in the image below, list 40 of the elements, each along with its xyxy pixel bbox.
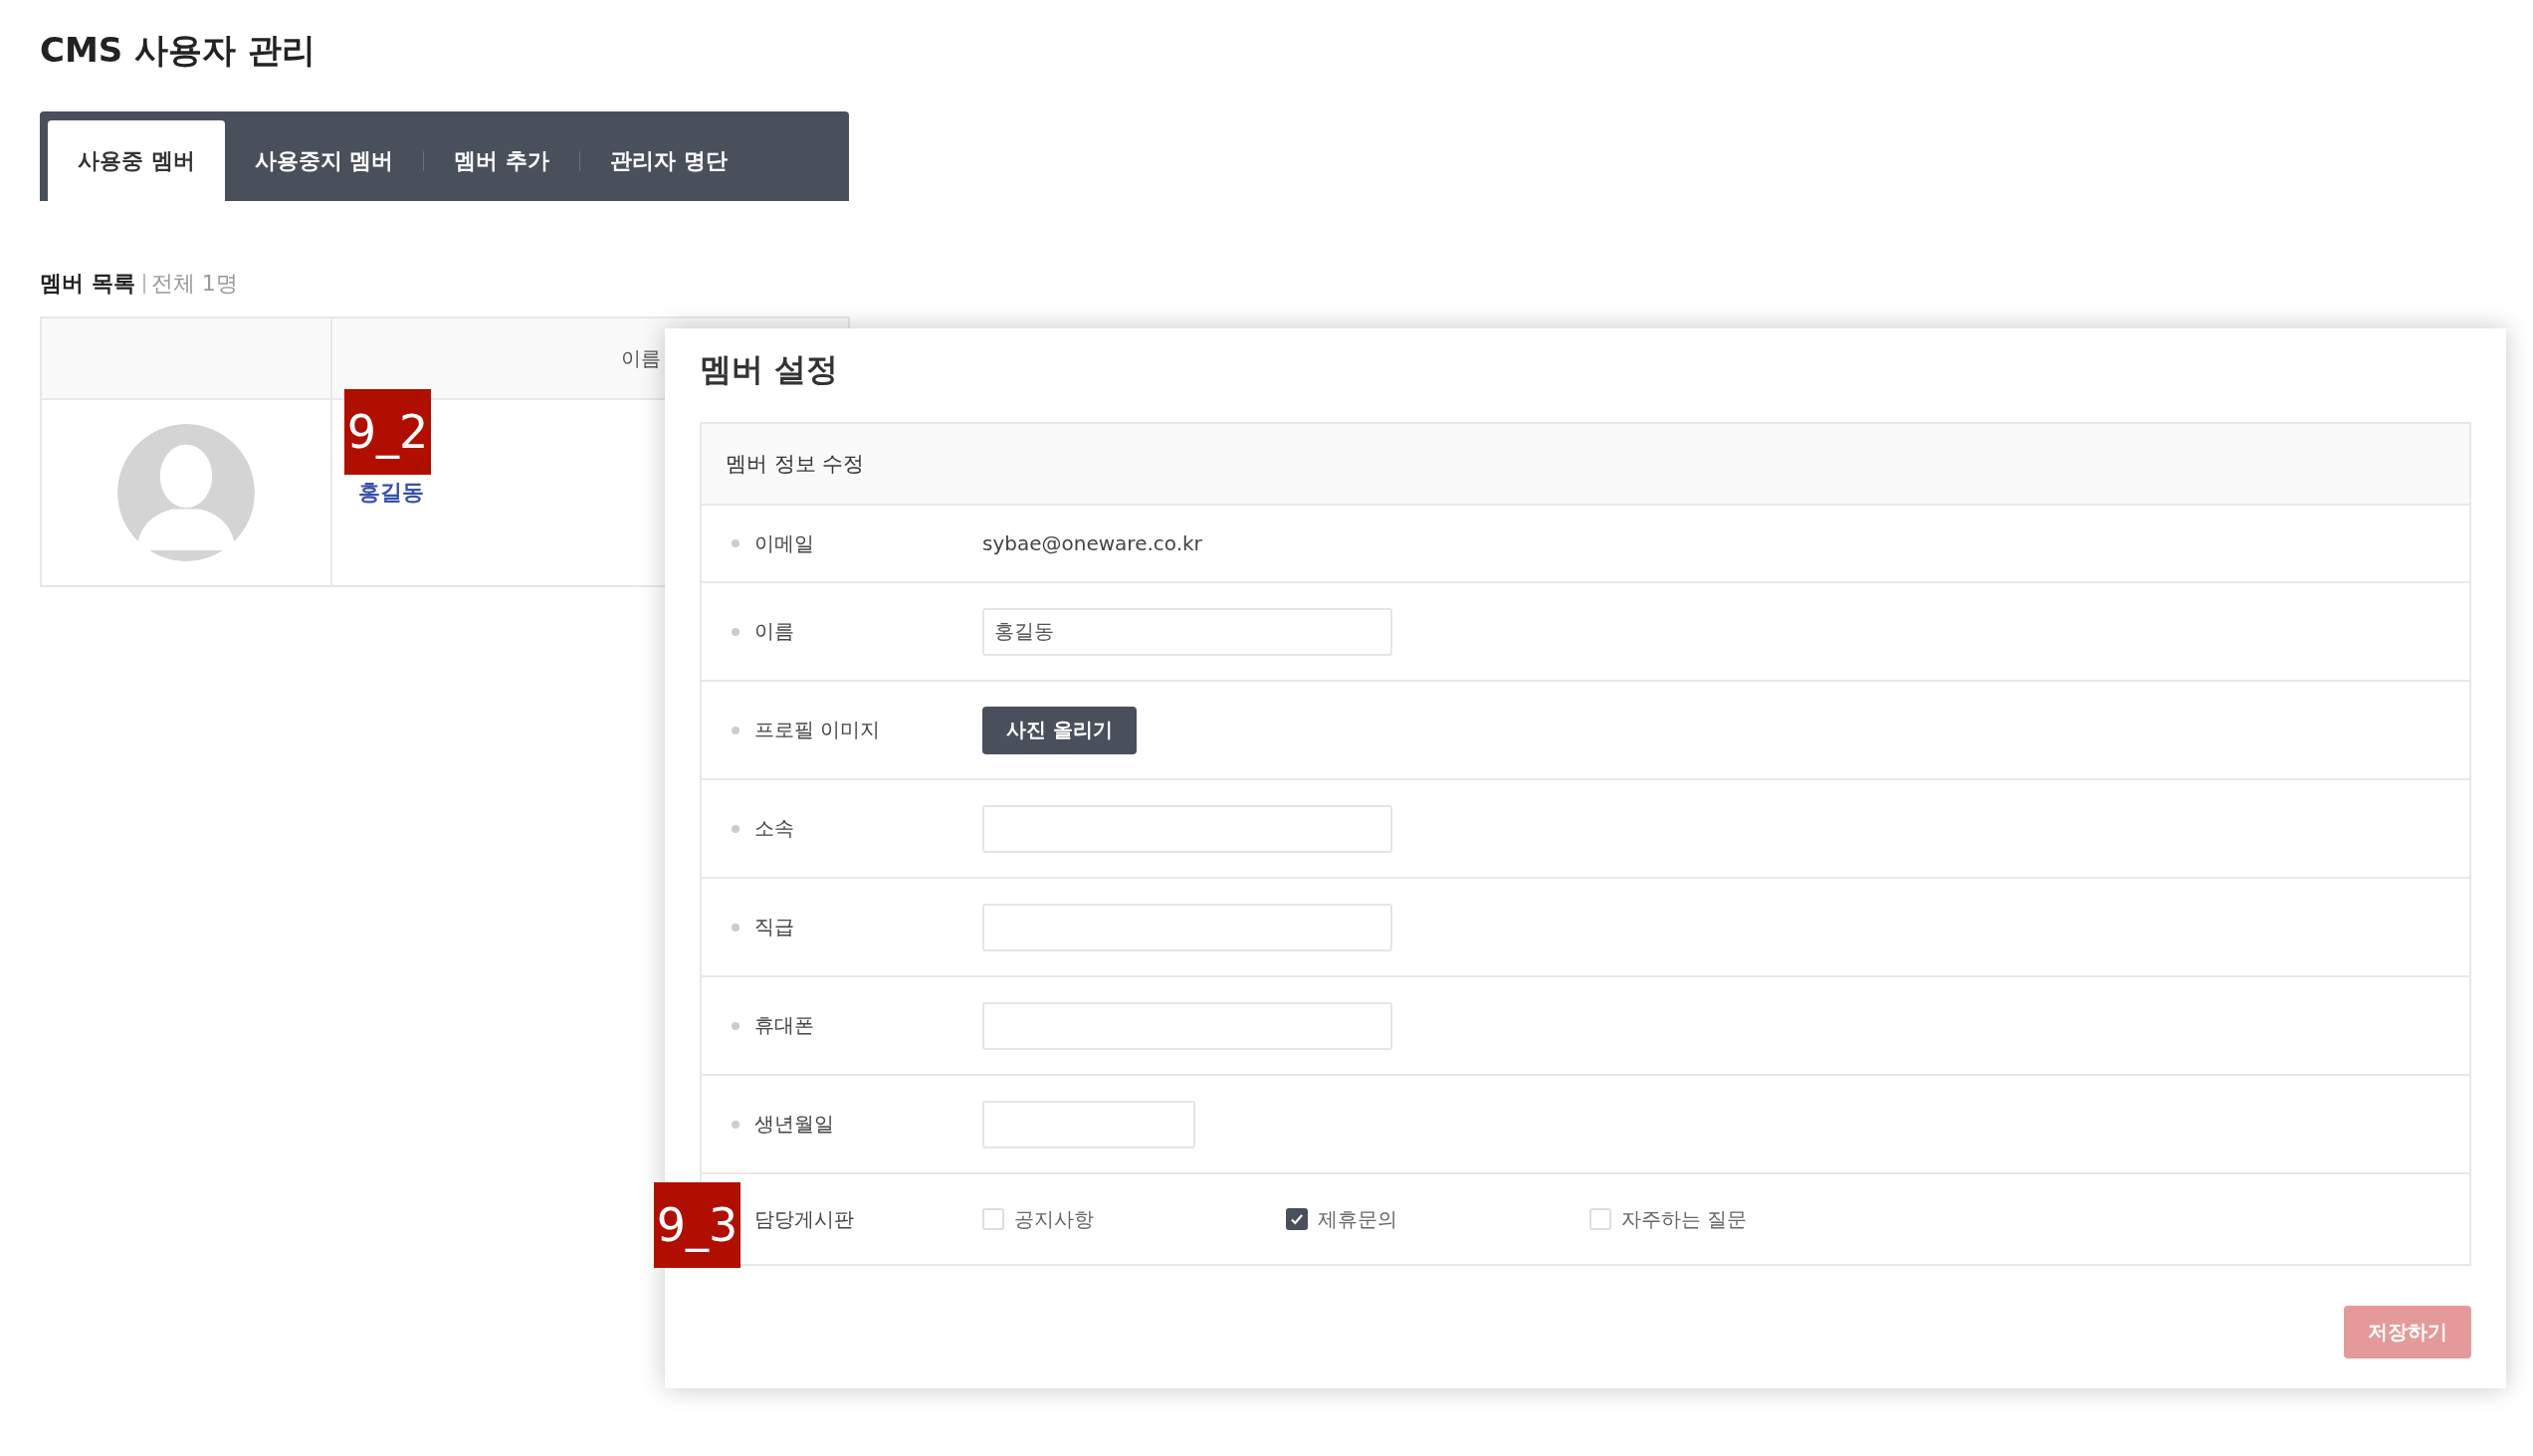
checkbox-label: 자주하는 질문 <box>1621 1205 1748 1233</box>
bullet-icon <box>732 539 739 547</box>
column-header: 이름 <box>621 344 661 372</box>
annotation-badge: 9_3 <box>654 1182 740 1268</box>
member-count: 전체 1명 <box>150 270 238 298</box>
input-field[interactable] <box>982 1001 1392 1050</box>
bullet-icon <box>732 627 739 636</box>
annotation-badge: 9_2 <box>344 389 431 475</box>
bullet-icon <box>732 1120 739 1129</box>
field-label: 이메일 <box>754 529 814 557</box>
field-label: 이름 <box>754 618 794 645</box>
field-label: 직급 <box>754 914 794 940</box>
field-label: 프로필 이미지 <box>754 717 881 743</box>
tab[interactable]: 멤버 추가 <box>424 120 579 201</box>
bullet-icon <box>732 1021 739 1030</box>
field-label: 담당게시판 <box>754 1205 854 1233</box>
field-label: 생년월일 <box>754 1111 834 1138</box>
input-field[interactable] <box>982 804 1392 853</box>
tab[interactable]: 관리자 명단 <box>580 120 757 201</box>
bullet-icon <box>732 923 739 932</box>
input-field[interactable]: 홍길동 <box>982 607 1392 656</box>
checkbox[interactable] <box>1286 1208 1308 1230</box>
tab[interactable]: 사용중지 멤버 <box>224 120 424 201</box>
checkbox-label: 공지사항 <box>1014 1205 1094 1233</box>
section-title: 멤버 정보 수정 <box>726 451 865 478</box>
input-field[interactable] <box>982 1100 1195 1148</box>
field-label: 소속 <box>754 815 794 842</box>
checkbox-label: 제휴문의 <box>1318 1205 1397 1233</box>
bullet-icon <box>732 726 739 734</box>
field-label: 휴대폰 <box>754 1012 814 1039</box>
page-title: CMS 사용자 관리 <box>40 29 317 72</box>
avatar-silhouette-icon <box>117 424 255 561</box>
list-title: 멤버 목록 <box>40 270 135 298</box>
dialog-title: 멤버 설정 <box>700 349 840 390</box>
member-name-link[interactable]: 홍길동 <box>358 478 424 508</box>
input-field[interactable] <box>982 903 1392 951</box>
upload-photo-button[interactable]: 사진 올리기 <box>982 706 1137 754</box>
email-value: sybae@oneware.co.kr <box>982 531 1202 555</box>
tab[interactable]: 사용중 멤버 <box>48 120 225 201</box>
bullet-icon <box>732 824 739 833</box>
